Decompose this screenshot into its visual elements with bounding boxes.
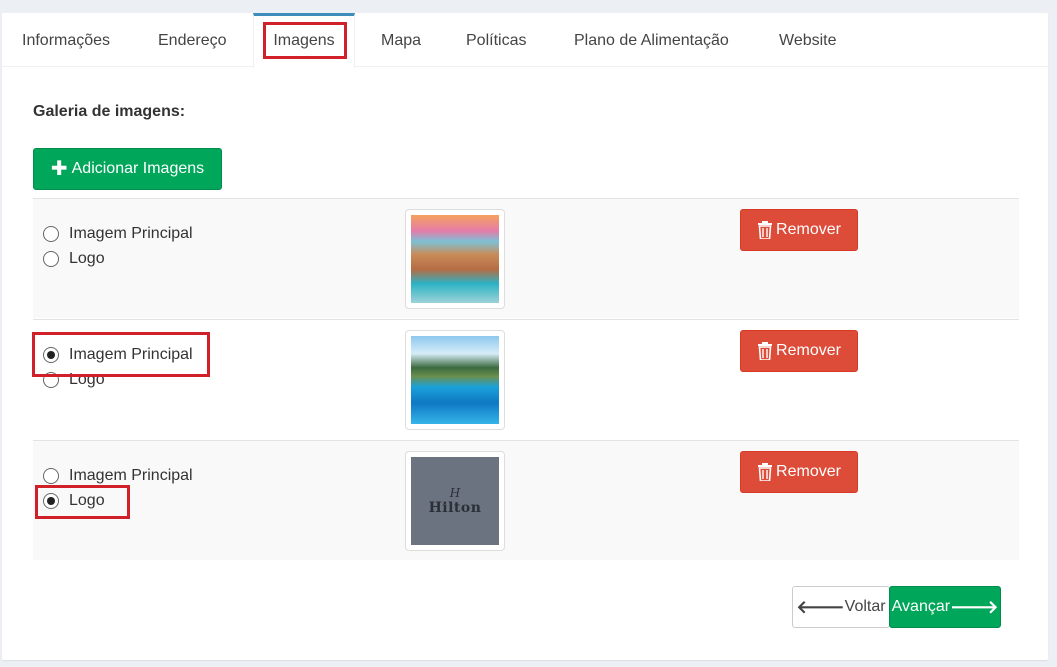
tab-plano-alimentacao[interactable]: Plano de Alimentação [574,13,729,67]
radio-label: Imagem Principal [69,346,193,363]
tab-endereco[interactable]: Endereço [158,13,227,67]
remove-button[interactable]: Remover [740,330,858,372]
tab-bar: Informações Endereço Imagens Mapa Políti… [2,13,1048,68]
radio-button[interactable] [43,372,59,388]
radio-main-image[interactable]: Imagem Principal [43,225,193,243]
remove-button[interactable]: Remover [740,209,858,251]
tab-politicas[interactable]: Políticas [466,13,526,67]
radio-main-image[interactable]: Imagem Principal [43,467,193,485]
radio-label: Logo [69,250,105,267]
radio-button[interactable] [43,226,59,242]
next-label: Avançar [891,598,951,615]
beach-resort-image [411,215,499,303]
pool-palm-image [411,336,499,424]
radio-button[interactable] [43,347,59,363]
gallery-row: Imagem Principal Logo Remover [33,198,1019,318]
form-card: Informações Endereço Imagens Mapa Políti… [2,13,1048,660]
tab-mapa[interactable]: Mapa [381,13,421,67]
remove-button[interactable]: Remover [740,451,858,493]
trash-icon [758,463,773,481]
gallery-title: Galeria de imagens: [33,103,186,120]
gallery-row: Imagem Principal Logo Remover [33,319,1019,439]
tab-website[interactable]: Website [779,13,837,67]
radio-label: Imagem Principal [69,225,193,242]
radio-logo[interactable]: Logo [43,250,105,268]
gallery-row: Imagem Principal Logo H Hilton Remover [33,440,1019,560]
hilton-logo-image: H Hilton [411,457,499,545]
tab-informacoes[interactable]: Informações [22,13,110,67]
tab-imagens[interactable]: Imagens [253,13,355,68]
arrow-right-icon: 🡒 [950,597,999,617]
add-images-label: Adicionar Imagens [71,160,205,177]
remove-label: Remover [776,221,841,238]
back-button[interactable]: 🡐 Voltar [792,586,890,628]
back-label: Voltar [844,598,886,615]
plus-icon: ✚ [50,158,68,180]
radio-label: Logo [69,371,105,388]
radio-main-image[interactable]: Imagem Principal [43,346,193,364]
radio-button[interactable] [43,493,59,509]
radio-button[interactable] [43,468,59,484]
image-thumbnail [405,330,505,430]
radio-label: Imagem Principal [69,467,193,484]
radio-logo[interactable]: Logo [43,371,105,389]
add-images-button[interactable]: ✚ Adicionar Imagens [33,148,222,190]
remove-label: Remover [776,342,841,359]
arrow-left-icon: 🡐 [796,597,845,617]
next-button[interactable]: Avançar 🡒 [889,586,1001,628]
radio-label: Logo [69,492,105,509]
trash-icon [758,342,773,360]
radio-logo[interactable]: Logo [43,492,105,510]
radio-button[interactable] [43,251,59,267]
remove-label: Remover [776,463,841,480]
image-thumbnail [405,209,505,309]
hilton-logo-mark: H [449,486,461,500]
image-thumbnail: H Hilton [405,451,505,551]
trash-icon [758,221,773,239]
hilton-logo-text: Hilton [428,500,482,516]
